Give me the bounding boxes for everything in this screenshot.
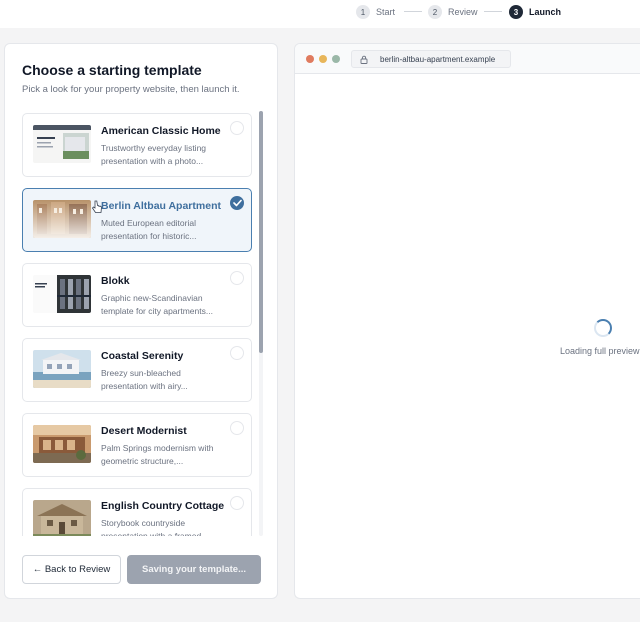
template-panel: Choose a starting template Pick a look f…	[4, 43, 278, 599]
template-radio[interactable]	[230, 346, 244, 360]
back-to-review-button[interactable]: ← Back to Review	[22, 555, 121, 584]
template-list[interactable]: American Classic Home Trustworthy everyd…	[21, 111, 257, 536]
url-bar: berlin-altbau-apartment.example	[351, 50, 511, 68]
template-radio[interactable]	[230, 421, 244, 435]
template-card-desert-modernist[interactable]: Desert Modernist Palm Springs modernism …	[22, 413, 252, 477]
preview-window: berlin-altbau-apartment.example Loading …	[294, 43, 640, 599]
template-radio[interactable]	[230, 121, 244, 135]
template-card-blokk[interactable]: Blokk Graphic new-Scandinavian template …	[22, 263, 252, 327]
step-start[interactable]: 1 Start	[356, 4, 395, 20]
template-name: English Country Cottage	[101, 500, 225, 512]
template-name: Berlin Altbau Apartment	[101, 200, 221, 212]
step-number: 1	[356, 5, 370, 19]
template-thumbnail	[33, 125, 91, 163]
template-name: Desert Modernist	[101, 425, 187, 437]
loading-text: Loading full preview	[560, 346, 640, 356]
template-thumbnail	[33, 200, 91, 238]
template-card-berlin-altbau-apartment[interactable]: Berlin Altbau Apartment Muted European e…	[22, 188, 252, 252]
template-card-coastal-serenity[interactable]: Coastal Serenity Breezy sun-bleached pre…	[22, 338, 252, 402]
template-thumbnail	[33, 350, 91, 388]
template-card-english-country-cottage[interactable]: English Country Cottage Storybook countr…	[22, 488, 252, 536]
window-minimize-dot	[319, 55, 327, 63]
template-description: Storybook countryside presentation with …	[101, 518, 209, 536]
window-close-dot	[306, 55, 314, 63]
template-description: Palm Springs modernism with geometric st…	[101, 443, 214, 466]
template-description: Trustworthy everyday listing presentatio…	[101, 143, 207, 166]
template-name: Blokk	[101, 275, 130, 287]
step-launch[interactable]: 3 Launch	[509, 4, 561, 20]
template-list-scrollbar[interactable]	[259, 111, 263, 536]
step-number: 2	[428, 5, 442, 19]
template-thumbnail	[33, 425, 91, 463]
step-label: Start	[376, 7, 396, 17]
template-radio[interactable]	[230, 271, 244, 285]
template-radio[interactable]	[230, 496, 244, 510]
step-connector	[404, 11, 422, 12]
checkmark-icon	[232, 199, 242, 207]
step-label: Review	[448, 7, 478, 17]
window-maximize-dot	[332, 55, 340, 63]
template-thumbnail	[33, 275, 91, 313]
step-number: 3	[509, 5, 523, 19]
template-description: Graphic new-Scandinavian template for ci…	[101, 293, 213, 316]
template-card-american-classic-home[interactable]: American Classic Home Trustworthy everyd…	[22, 113, 252, 177]
panel-title: Choose a starting template	[22, 62, 202, 78]
template-name: Coastal Serenity	[101, 350, 184, 362]
scrollbar-thumb[interactable]	[259, 111, 263, 353]
saving-template-button[interactable]: Saving your template...	[127, 555, 261, 584]
url-text: berlin-altbau-apartment.example	[380, 55, 496, 64]
stepper: 1 Start 2 Review 3 Launch	[0, 0, 640, 28]
template-description: Muted European editorial presentation fo…	[101, 218, 197, 241]
template-name: American Classic Home	[101, 125, 221, 137]
template-description: Breezy sun-bleached presentation with ai…	[101, 368, 188, 391]
panel-subtitle: Pick a look for your property website, t…	[22, 84, 240, 95]
step-connector	[484, 11, 502, 12]
template-radio-checked[interactable]	[230, 196, 244, 210]
step-label: Launch	[529, 7, 562, 17]
step-review[interactable]: 2 Review	[428, 4, 478, 20]
browser-chrome: berlin-altbau-apartment.example	[295, 44, 640, 74]
lock-icon	[360, 55, 368, 64]
template-thumbnail	[33, 500, 91, 536]
loading-spinner-icon	[594, 319, 612, 337]
